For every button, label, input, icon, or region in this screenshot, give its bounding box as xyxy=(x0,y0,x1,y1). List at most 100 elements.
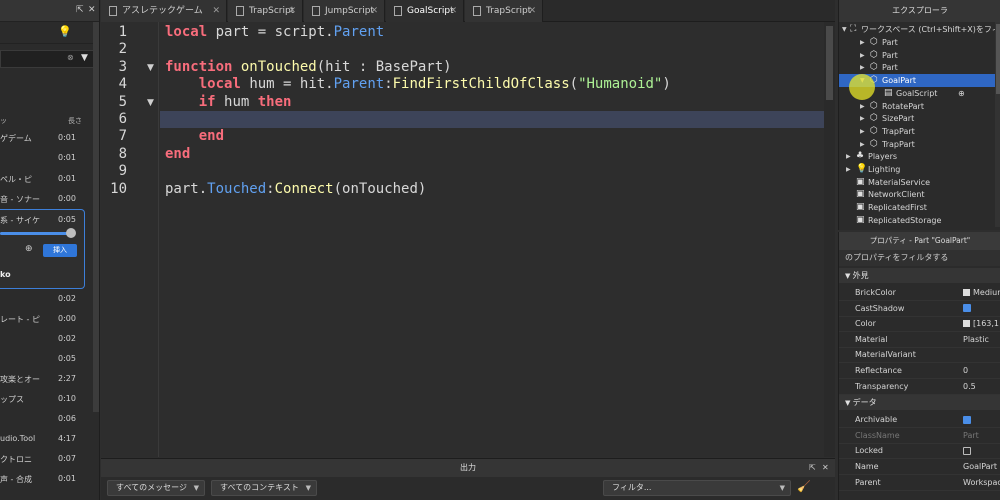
chevron-right-icon[interactable]: ▶ xyxy=(860,138,865,151)
list-item[interactable]: ペル・ピ 0:01 xyxy=(0,169,95,189)
property-row[interactable]: ClassName Part xyxy=(839,428,1000,444)
zoom-icon[interactable]: ⊕ xyxy=(25,244,33,254)
output-filter-input[interactable]: フィルタ... ▼ xyxy=(603,480,791,496)
chevron-down-icon[interactable]: ▼ xyxy=(842,23,847,36)
property-value[interactable]: [163,1 xyxy=(963,316,999,332)
fold-arrow-icon[interactable]: ▼ xyxy=(147,98,154,108)
explorer-item-trappart[interactable]: ▶ ⬡ TrapPart xyxy=(839,138,1000,151)
selected-asset-card[interactable]: 系 - サイケ 0:05 ⊕ 挿入 ko xyxy=(0,209,85,289)
explorer-scrollbar[interactable] xyxy=(995,22,1000,227)
chevron-right-icon[interactable]: ▶ xyxy=(860,49,865,62)
explorer-item-replicatedstorage[interactable]: ▣ ReplicatedStorage xyxy=(839,214,1000,227)
checkbox[interactable] xyxy=(963,446,971,455)
list-item[interactable]: 0:05 xyxy=(0,349,95,369)
explorer-item-players[interactable]: ▶ ♣ Players xyxy=(839,150,1000,163)
property-value[interactable]: Workspac xyxy=(963,475,1000,491)
list-item[interactable]: udio.Tool 4:17 xyxy=(0,429,95,449)
undock-icon[interactable]: ⇱ xyxy=(809,463,816,472)
close-icon[interactable]: ✕ xyxy=(822,463,829,472)
property-row[interactable]: Archivable xyxy=(839,412,1000,429)
editor-scrollbar[interactable] xyxy=(824,22,835,457)
list-item[interactable]: 0:01 xyxy=(0,148,95,168)
code-line[interactable]: function onTouched(hit : BasePart) xyxy=(165,59,452,75)
list-item[interactable]: レート - ピ 0:00 xyxy=(0,309,95,329)
chevron-down-icon[interactable]: ▼ xyxy=(845,399,853,407)
property-section[interactable]: ▼ 外見 xyxy=(839,268,1000,283)
code-line[interactable]: end xyxy=(165,146,199,162)
insert-button[interactable]: 挿入 xyxy=(43,244,77,257)
explorer-item-part[interactable]: ▶ ⬡ Part xyxy=(839,61,1000,74)
fold-arrow-icon[interactable]: ▼ xyxy=(147,63,154,73)
property-row[interactable]: Parent Workspac xyxy=(839,475,1000,491)
close-icon[interactable]: ✕ xyxy=(88,5,96,15)
scroll-thumb[interactable] xyxy=(826,26,833,100)
chevron-right-icon[interactable]: ▶ xyxy=(846,163,851,176)
property-value[interactable]: Medium xyxy=(963,285,1000,301)
chevron-right-icon[interactable]: ▶ xyxy=(860,125,865,138)
close-icon[interactable]: ✕ xyxy=(212,0,220,22)
lightbulb-icon[interactable]: 💡 xyxy=(58,25,72,38)
code-line[interactable]: local hum = hit.Parent:FindFirstChildOfC… xyxy=(165,76,671,92)
code-line[interactable]: local part = script.Parent xyxy=(165,24,384,40)
chevron-down-icon[interactable]: ▼ xyxy=(845,272,853,280)
chevron-right-icon[interactable]: ▶ xyxy=(846,150,851,163)
property-value[interactable] xyxy=(963,443,971,459)
explorer-item-part[interactable]: ▶ ⬡ Part xyxy=(839,36,1000,49)
property-row[interactable]: CastShadow xyxy=(839,301,1000,317)
clear-icon[interactable]: ⊗ xyxy=(67,53,74,62)
add-icon[interactable]: ⊕ xyxy=(958,87,965,100)
list-item[interactable]: 0:06 xyxy=(0,409,95,429)
property-row[interactable]: Locked xyxy=(839,443,1000,460)
property-row[interactable]: Material Plastic xyxy=(839,332,1000,348)
checkbox[interactable] xyxy=(963,304,971,313)
volume-slider[interactable] xyxy=(0,232,72,235)
color-swatch[interactable] xyxy=(963,320,970,328)
explorer-item-trappart[interactable]: ▶ ⬡ TrapPart xyxy=(839,125,1000,138)
explorer-item-replicatedfirst[interactable]: ▣ ReplicatedFirst xyxy=(839,201,1000,214)
code-line[interactable]: if hum then xyxy=(165,94,300,110)
code-editor[interactable]: 1 2 3 4 5 6 7 8 9 10 ▼ ▼ local part = script.Parent… xyxy=(101,22,835,457)
property-value[interactable]: GoalPart xyxy=(963,459,997,475)
explorer-item-materialservice[interactable]: ▣ MaterialService xyxy=(839,176,1000,189)
tab-jumpscript[interactable]: JumpScript ✕ xyxy=(304,0,385,22)
code-line[interactable]: end xyxy=(165,128,232,144)
property-section[interactable]: ▼ データ xyxy=(839,395,1000,411)
tab-アスレテックゲーム[interactable]: アスレテックゲーム ✕ xyxy=(101,0,227,22)
context-filter-dropdown[interactable]: すべてのコンテキスト ▼ xyxy=(211,480,317,496)
property-row[interactable]: BrickColor Medium xyxy=(839,285,1000,301)
tab-trapscript[interactable]: TrapScript ✕ xyxy=(465,0,543,22)
list-item[interactable]: ップス 0:10 xyxy=(0,389,95,409)
property-value[interactable] xyxy=(963,301,971,317)
property-row[interactable]: Reflectance 0 xyxy=(839,363,1000,379)
workspace-row[interactable]: ▼ ⛶ ワークスペース (Ctrl+Shift+X)をフィルタ xyxy=(839,23,1000,36)
slider-knob[interactable] xyxy=(66,228,76,238)
list-item[interactable]: ゲデーム 0:01 xyxy=(0,128,95,148)
asset-scrollbar[interactable] xyxy=(93,22,99,412)
undock-icon[interactable]: ⇱ xyxy=(76,5,84,15)
properties-filter-input[interactable]: のプロパティをフィルタする xyxy=(839,250,1000,266)
list-item[interactable]: 系 - サイケ 0:05 xyxy=(0,210,84,230)
explorer-item-rotatepart[interactable]: ▶ ⬡ RotatePart xyxy=(839,100,1000,113)
checkbox[interactable] xyxy=(963,415,971,424)
close-icon[interactable]: ✕ xyxy=(528,0,536,22)
property-row[interactable]: Name GoalPart xyxy=(839,459,1000,475)
list-item[interactable]: 声 - 合成 0:01 xyxy=(0,469,95,489)
list-item[interactable]: クトロニ 0:07 xyxy=(0,449,95,469)
close-icon[interactable]: ✕ xyxy=(370,0,378,22)
explorer-item-sizepart[interactable]: ▶ ⬡ SizePart xyxy=(839,112,1000,125)
list-item[interactable]: 攻楽とオー 2:27 xyxy=(0,369,95,389)
property-value[interactable]: 0.5 xyxy=(963,379,976,395)
messages-filter-dropdown[interactable]: すべてのメッセージ ▼ xyxy=(107,480,205,496)
list-item[interactable]: 0:02 xyxy=(0,329,95,349)
property-row[interactable]: Transparency 0.5 xyxy=(839,379,1000,395)
tab-trapscript[interactable]: TrapScript ✕ xyxy=(228,0,303,22)
code-line[interactable]: part.Touched:Connect(onTouched) xyxy=(165,181,426,197)
chevron-right-icon[interactable]: ▶ xyxy=(860,36,865,49)
property-row[interactable]: Color [163,1 xyxy=(839,316,1000,333)
explorer-item-networkclient[interactable]: ▣ NetworkClient xyxy=(839,188,1000,201)
property-row[interactable]: MaterialVariant xyxy=(839,347,1000,364)
property-value[interactable]: 0 xyxy=(963,363,968,379)
chevron-right-icon[interactable]: ▶ xyxy=(860,112,865,125)
color-swatch[interactable] xyxy=(963,289,970,296)
explorer-item-part[interactable]: ▶ ⬡ Part xyxy=(839,49,1000,62)
